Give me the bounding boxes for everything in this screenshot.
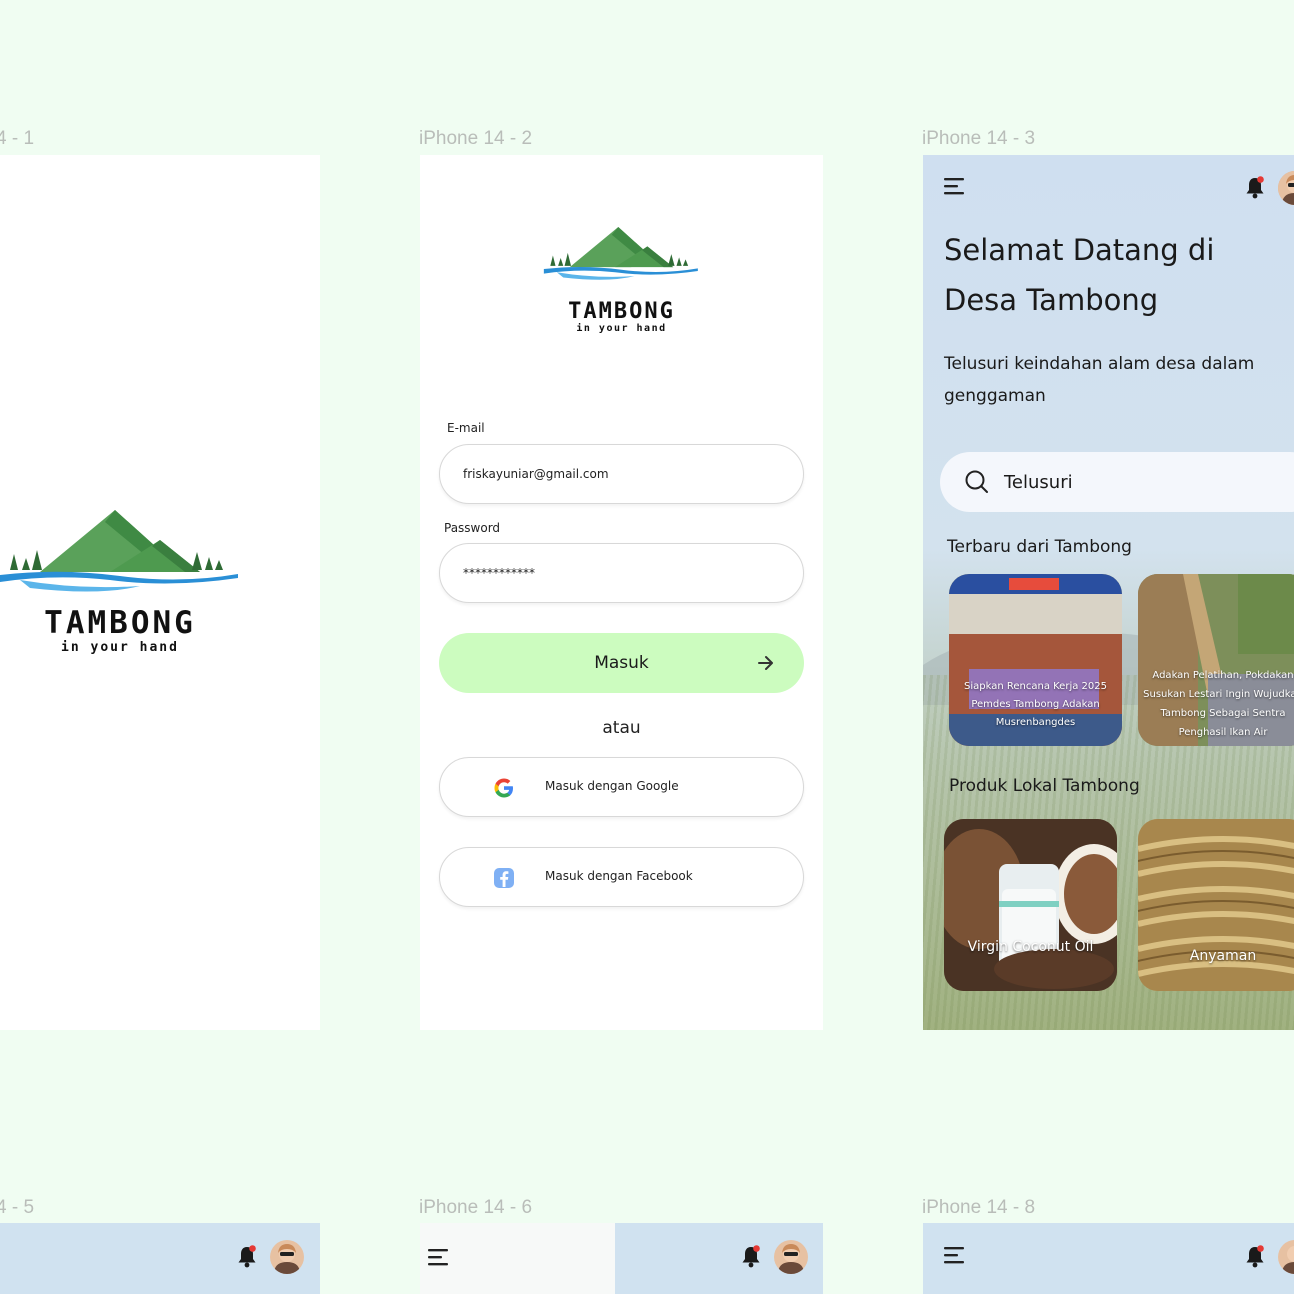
email-label: E-mail <box>447 421 485 435</box>
bell-icon[interactable] <box>1244 175 1266 199</box>
bell-icon[interactable] <box>740 1244 762 1268</box>
google-icon <box>494 778 513 798</box>
news-card-caption: Adakan Pelatihan, Pokdakan Susukan Lesta… <box>1143 670 1294 738</box>
products-section-title: Produk Lokal Tambong <box>949 776 1140 796</box>
search-icon <box>965 470 988 493</box>
search-input[interactable]: Telusuri <box>940 452 1294 512</box>
product-image <box>944 819 1117 991</box>
or-divider: atau <box>602 718 641 738</box>
avatar[interactable] <box>270 1240 304 1274</box>
frame-label-2: iPhone 14 - 2 <box>419 128 533 149</box>
frame-label-5: 4 - 5 <box>0 1197 35 1218</box>
logo-wordmark: TAMBONG <box>568 299 675 324</box>
google-login-button[interactable]: Masuk dengan Google <box>439 757 804 817</box>
avatar[interactable] <box>1278 171 1294 205</box>
news-card[interactable]: Adakan Pelatihan, Pokdakan Susukan Lesta… <box>1138 574 1294 746</box>
login-button-label: Masuk <box>594 653 649 673</box>
facebook-login-button[interactable]: Masuk dengan Facebook <box>439 847 804 907</box>
frame-5-header <box>0 1223 320 1294</box>
product-card[interactable]: Virgin Coconut Oil <box>944 819 1117 991</box>
mountain-logo-icon <box>0 510 238 592</box>
product-image <box>1138 819 1294 991</box>
welcome-title: Selamat Datang di Desa Tambong <box>944 233 1215 317</box>
google-login-label: Masuk dengan Google <box>545 779 679 793</box>
news-card-caption: Siapkan Rencana Kerja 2025 Pemdes Tambon… <box>964 681 1107 728</box>
logo-wordmark: TAMBONG <box>44 605 196 641</box>
tambong-logo: TAMBONG in your hand <box>0 510 240 670</box>
news-section-title: Terbaru dari Tambong <box>947 537 1132 557</box>
frame-label-8: iPhone 14 - 8 <box>922 1197 1036 1218</box>
product-card-caption: Anyaman <box>1189 948 1257 964</box>
frame-label-1: 4 - 1 <box>0 128 35 149</box>
frame-label-3: iPhone 14 - 3 <box>922 128 1036 149</box>
home-screen: Selamat Datang di Desa Tambong Telusuri … <box>923 155 1294 1030</box>
bell-icon[interactable] <box>1244 1244 1266 1268</box>
frame-6-header <box>420 1223 823 1294</box>
facebook-icon <box>494 868 514 888</box>
avatar[interactable] <box>774 1240 808 1274</box>
menu-icon[interactable] <box>428 1248 450 1266</box>
login-button[interactable]: Masuk <box>439 633 804 693</box>
splash-screen: TAMBONG in your hand <box>0 155 320 1030</box>
avatar[interactable] <box>1278 1240 1294 1274</box>
product-card[interactable]: Anyaman <box>1138 819 1294 991</box>
mountain-logo-icon <box>543 227 698 280</box>
menu-icon[interactable] <box>944 1246 966 1264</box>
frame-8-header <box>923 1223 1294 1294</box>
login-screen: TAMBONG in your hand E-mail friskayuniar… <box>420 155 823 1030</box>
news-card[interactable]: Siapkan Rencana Kerja 2025 Pemdes Tambon… <box>949 574 1122 746</box>
bell-icon[interactable] <box>236 1244 258 1268</box>
tambong-logo: TAMBONG in your hand <box>535 227 708 342</box>
password-label: Password <box>444 521 501 535</box>
logo-tagline: in your hand <box>576 323 667 334</box>
facebook-login-label: Masuk dengan Facebook <box>545 869 693 883</box>
menu-icon[interactable] <box>944 177 966 195</box>
search-placeholder: Telusuri <box>1004 471 1073 493</box>
welcome-subtitle: Telusuri keindahan alam desa dalam gengg… <box>944 354 1255 406</box>
frame-label-6: iPhone 14 - 6 <box>419 1197 533 1218</box>
arrow-right-icon <box>758 656 773 670</box>
password-field[interactable]: ************ <box>439 543 804 603</box>
logo-tagline: in your hand <box>61 640 179 655</box>
product-card-caption: Virgin Coconut Oil <box>967 939 1094 955</box>
email-field[interactable]: friskayuniar@gmail.com <box>439 444 804 504</box>
